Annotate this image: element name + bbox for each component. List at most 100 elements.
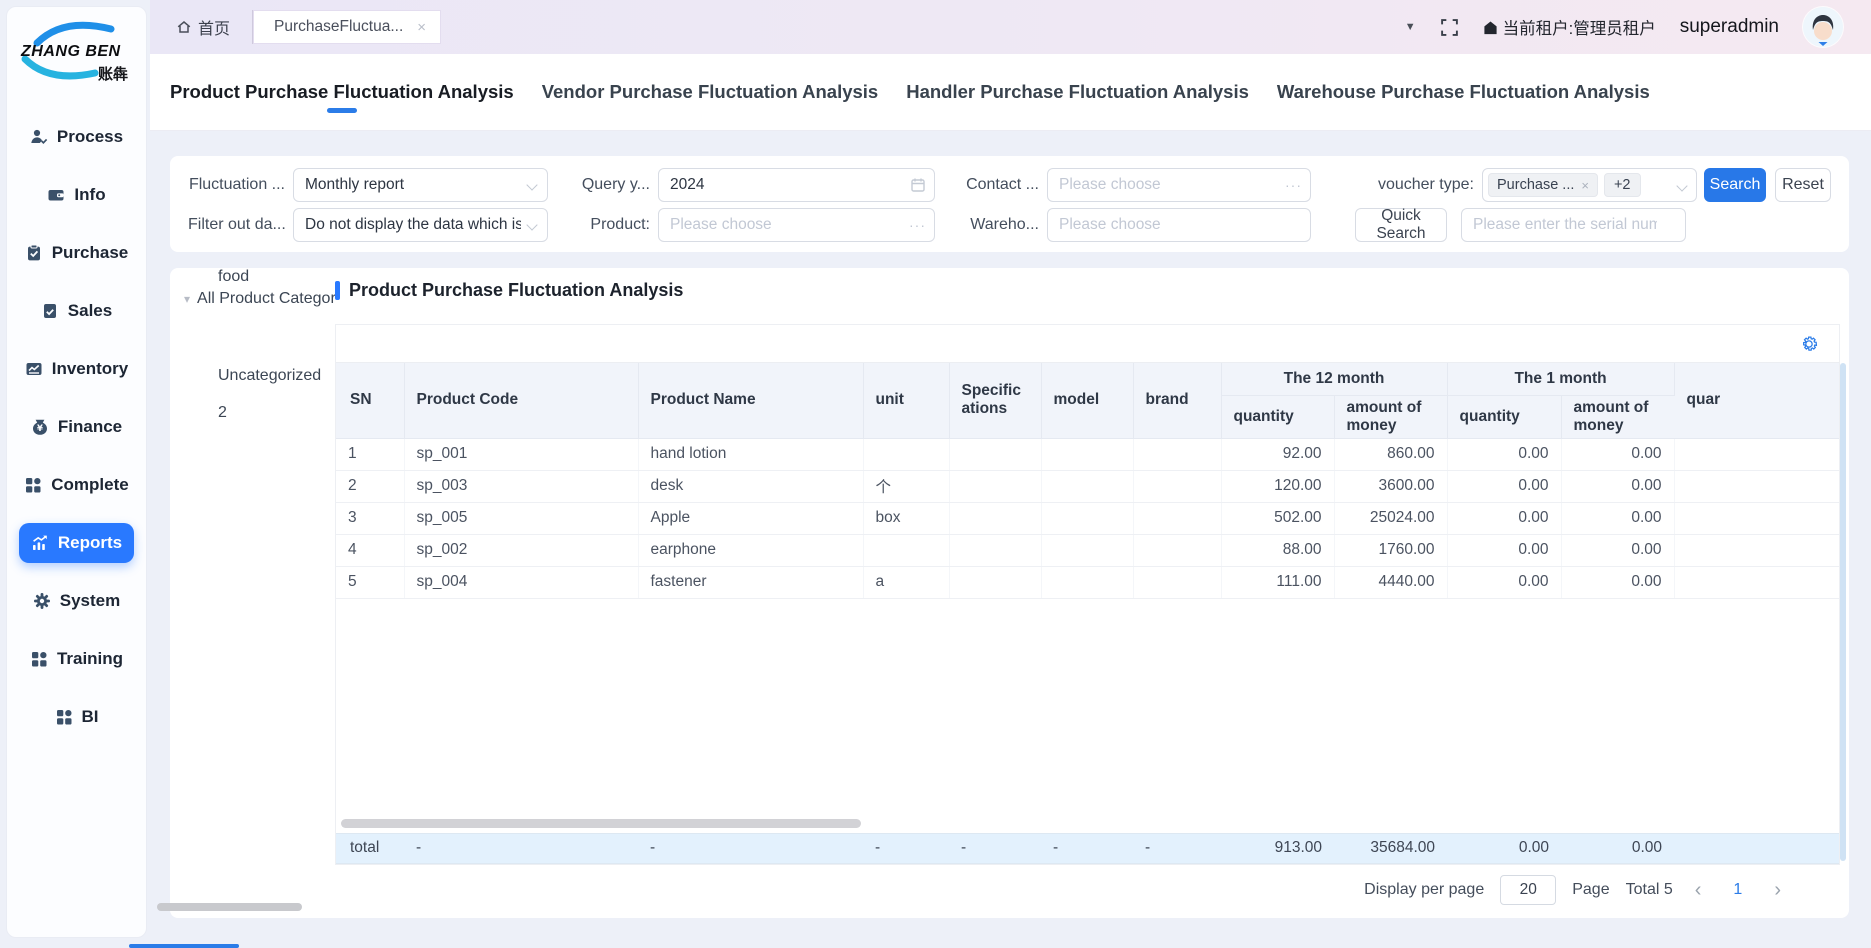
table-row[interactable]: 5 sp_004 fastener a 111.00 4440.00 0.00 … — [336, 566, 1839, 598]
per-page-label: Display per page — [1364, 881, 1484, 899]
sidebar-item-sales[interactable]: Sales — [29, 291, 124, 331]
content-horizontal-scrollbar[interactable] — [157, 903, 302, 911]
cell-product-code: sp_002 — [404, 534, 638, 566]
col-unit[interactable]: unit — [863, 363, 949, 438]
col-model[interactable]: model — [1041, 363, 1133, 438]
warehouse-label: Wareho... — [961, 216, 1039, 234]
tree-item[interactable]: Uncategorized — [218, 367, 321, 385]
cell-unit: box — [863, 502, 949, 534]
sidebar-item-complete[interactable]: Complete — [12, 465, 140, 505]
filter-row-2: Filter out da... Do not display the data… — [188, 208, 1831, 242]
col-1m-quantity[interactable]: quantity — [1447, 395, 1561, 438]
col-product-code[interactable]: Product Code — [404, 363, 638, 438]
sidebar-menu: Process Info Purchase Sales Inventory ¥ … — [7, 103, 146, 737]
tab-handler-analysis[interactable]: Handler Purchase Fluctuation Analysis — [906, 63, 1249, 121]
open-page-tab[interactable]: PurchaseFluctua... × — [253, 10, 441, 44]
sidebar-item-reports[interactable]: Reports — [19, 523, 134, 563]
sidebar-item-bi[interactable]: BI — [43, 697, 111, 737]
sidebar-item-inventory[interactable]: Inventory — [13, 349, 141, 389]
cell-brand — [1133, 438, 1221, 470]
cell-1m-amount: 0.00 — [1561, 470, 1674, 502]
prev-page-icon[interactable]: ‹ — [1689, 879, 1708, 902]
total-row-table: total - - - - - - 913.00 35684.00 0.00 0… — [336, 833, 1839, 864]
col-12m-quantity[interactable]: quantity — [1221, 395, 1334, 438]
col-brand[interactable]: brand — [1133, 363, 1221, 438]
col-specifications[interactable]: Specifications — [949, 363, 1041, 438]
reset-button[interactable]: Reset — [1775, 168, 1831, 202]
cell-1m-amount: 0.00 — [1561, 438, 1674, 470]
col-partial[interactable]: quar — [1674, 363, 1839, 438]
username[interactable]: superadmin — [1680, 16, 1779, 38]
cell-1m-amount: 0.00 — [1561, 566, 1674, 598]
voucher-tag-label: Purchase ... — [1497, 177, 1574, 193]
money-bag-icon: ¥ — [31, 418, 49, 436]
sidebar-item-purchase[interactable]: Purchase — [13, 233, 141, 273]
cell-model — [1041, 438, 1133, 470]
col-12m-amount[interactable]: amount of money — [1334, 395, 1447, 438]
sidebar-item-label: Info — [74, 185, 105, 205]
tab-warehouse-analysis[interactable]: Warehouse Purchase Fluctuation Analysis — [1277, 63, 1650, 121]
table-empty-area — [336, 599, 1839, 833]
close-icon[interactable]: × — [417, 19, 426, 36]
home-outline-icon — [176, 19, 192, 35]
breadcrumb-home[interactable]: 首页 — [176, 15, 230, 39]
cell-specifications — [949, 534, 1041, 566]
total-code: - — [404, 833, 638, 863]
avatar[interactable] — [1803, 7, 1843, 47]
contact-input[interactable] — [1047, 168, 1311, 202]
tree-root-all-categories[interactable]: ▾ All Product Categor — [184, 290, 336, 308]
table-settings-gear-icon[interactable] — [1799, 334, 1819, 354]
table-row[interactable]: 4 sp_002 earphone 88.00 1760.00 0.00 0.0… — [336, 534, 1839, 566]
tab-label: Warehouse Purchase Fluctuation Analysis — [1277, 81, 1650, 102]
table-row[interactable]: 3 sp_005 Apple box 502.00 25024.00 0.00 … — [336, 502, 1839, 534]
tree-item[interactable]: 2 — [218, 404, 227, 422]
col-sn[interactable]: SN — [336, 363, 404, 438]
sidebar-item-finance[interactable]: ¥ Finance — [19, 407, 134, 447]
voucher-type-select[interactable]: Purchase ... × +2 — [1482, 168, 1697, 202]
cell-brand — [1133, 502, 1221, 534]
cell-specifications — [949, 566, 1041, 598]
tab-vendor-analysis[interactable]: Vendor Purchase Fluctuation Analysis — [542, 63, 879, 121]
per-page-input[interactable] — [1500, 875, 1556, 905]
col-product-name[interactable]: Product Name — [638, 363, 863, 438]
search-button[interactable]: Search — [1704, 168, 1766, 202]
sidebar-item-system[interactable]: System — [21, 581, 132, 621]
current-tenant[interactable]: 当前租户:管理员租户 — [1483, 15, 1656, 39]
table-row[interactable]: 1 sp_001 hand lotion 92.00 860.00 0.00 0… — [336, 438, 1839, 470]
sidebar-item-training[interactable]: Training — [18, 639, 135, 679]
logo-text-cn: 账犇 — [98, 63, 128, 84]
table-row[interactable]: 2 sp_003 desk 个 120.00 3600.00 0.00 0.00 — [336, 470, 1839, 502]
quick-search-button[interactable]: Quick Search — [1355, 208, 1447, 242]
svg-text:¥: ¥ — [37, 424, 43, 434]
total-label: total — [336, 833, 404, 863]
tree-item[interactable]: food — [218, 268, 249, 286]
fluctuation-select[interactable]: Monthly report — [293, 168, 548, 202]
total-count-label: Total 5 — [1626, 881, 1673, 899]
topbar-right: ▼ 当前租户:管理员租户 superadmin — [1405, 7, 1871, 47]
warehouse-input[interactable] — [1047, 208, 1311, 242]
cell-unit: a — [863, 566, 949, 598]
query-year-input[interactable] — [658, 168, 935, 202]
window-scrollbar-thumb[interactable] — [129, 944, 239, 948]
sidebar-item-info[interactable]: Info — [35, 175, 117, 215]
product-input[interactable] — [658, 208, 935, 242]
serial-number-input[interactable] — [1461, 208, 1686, 242]
fluctuation-label: Fluctuation ... — [188, 176, 285, 194]
cell-brand — [1133, 470, 1221, 502]
tab-product-analysis[interactable]: Product Purchase Fluctuation Analysis — [170, 63, 514, 121]
cell-product-code: sp_004 — [404, 566, 638, 598]
next-page-icon[interactable]: › — [1768, 879, 1787, 902]
dropdown-caret-icon[interactable]: ▼ — [1405, 21, 1416, 33]
filter-out-select[interactable]: Do not display the data which is 0 — [293, 208, 548, 242]
current-page[interactable]: 1 — [1723, 881, 1752, 899]
panel-title-text: Product Purchase Fluctuation Analysis — [349, 280, 683, 301]
col-1m-amount[interactable]: amount of money — [1561, 395, 1674, 438]
sidebar: ZHANG BEN 账犇 Process Info Purchase Sales — [6, 6, 147, 938]
close-icon[interactable]: × — [1581, 178, 1589, 193]
horizontal-scrollbar-thumb[interactable] — [341, 819, 861, 828]
page-label: Page — [1572, 881, 1609, 899]
total-name: - — [638, 833, 863, 863]
fullscreen-icon[interactable] — [1440, 18, 1459, 37]
sidebar-item-process[interactable]: Process — [18, 117, 135, 157]
vertical-scrollbar-thumb[interactable] — [1840, 363, 1846, 861]
